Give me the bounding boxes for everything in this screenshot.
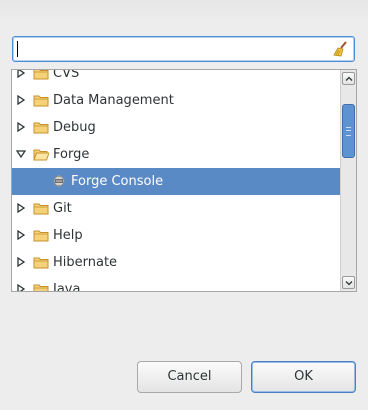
tree-item-label: Git	[53, 201, 72, 216]
folder-icon	[33, 257, 49, 269]
folder-icon	[33, 230, 49, 242]
scroll-down-button[interactable]	[342, 276, 355, 289]
tree-item-help[interactable]: Help	[12, 222, 340, 249]
dialog-title-strip	[0, 0, 368, 18]
view-tree[interactable]: CVS Data Management Debug Forge Forge Co…	[11, 69, 357, 292]
console-view-icon	[53, 175, 65, 187]
cancel-button[interactable]: Cancel	[137, 361, 242, 393]
tree-item-debug[interactable]: Debug	[12, 114, 340, 141]
folder-icon	[33, 95, 49, 107]
scroll-thumb[interactable]	[342, 104, 355, 158]
tree-item-label: Forge	[53, 147, 90, 162]
tree-item-label: Data Management	[53, 93, 174, 108]
tree-item-git[interactable]: Git	[12, 195, 340, 222]
clear-filter-icon[interactable]	[332, 40, 350, 58]
tree-item-label: Forge Console	[71, 174, 164, 189]
text-cursor	[17, 41, 18, 57]
tree-item-forge-console[interactable]: Forge Console	[12, 168, 340, 195]
folder-icon	[33, 284, 49, 291]
expander-collapsed-icon[interactable]	[16, 230, 26, 240]
tree-item-hibernate[interactable]: Hibernate	[12, 249, 340, 276]
chevron-up-icon	[345, 76, 353, 81]
folder-icon	[33, 70, 49, 80]
tree-item-java[interactable]: Java	[12, 276, 340, 291]
tree-item-label: CVS	[53, 70, 80, 81]
tree-item-label: Java	[53, 282, 81, 291]
tree-item-cvs[interactable]: CVS	[12, 70, 340, 87]
expander-expanded-icon[interactable]	[16, 149, 26, 159]
scroll-up-button[interactable]	[342, 72, 355, 85]
expander-collapsed-icon[interactable]	[16, 70, 26, 78]
expander-collapsed-icon[interactable]	[16, 122, 26, 132]
vertical-scrollbar[interactable]	[340, 70, 356, 291]
expander-collapsed-icon[interactable]	[16, 95, 26, 105]
expander-collapsed-icon[interactable]	[16, 203, 26, 213]
tree-item-label: Help	[53, 228, 83, 243]
scroll-grip	[346, 127, 351, 136]
tree-item-label: Hibernate	[53, 255, 118, 270]
expander-collapsed-icon[interactable]	[16, 257, 26, 267]
folder-icon	[33, 203, 49, 215]
tree-viewport: CVS Data Management Debug Forge Forge Co…	[12, 70, 340, 291]
tree-item-data-management[interactable]: Data Management	[12, 87, 340, 114]
ok-button[interactable]: OK	[251, 361, 356, 393]
expander-collapsed-icon[interactable]	[16, 284, 26, 291]
folder-open-icon	[33, 149, 49, 161]
filter-input[interactable]	[16, 39, 320, 59]
folder-icon	[33, 122, 49, 134]
tree-item-label: Debug	[53, 120, 96, 135]
tree-item-forge[interactable]: Forge	[12, 141, 340, 168]
filter-field[interactable]	[12, 36, 355, 62]
chevron-down-icon	[345, 281, 353, 286]
